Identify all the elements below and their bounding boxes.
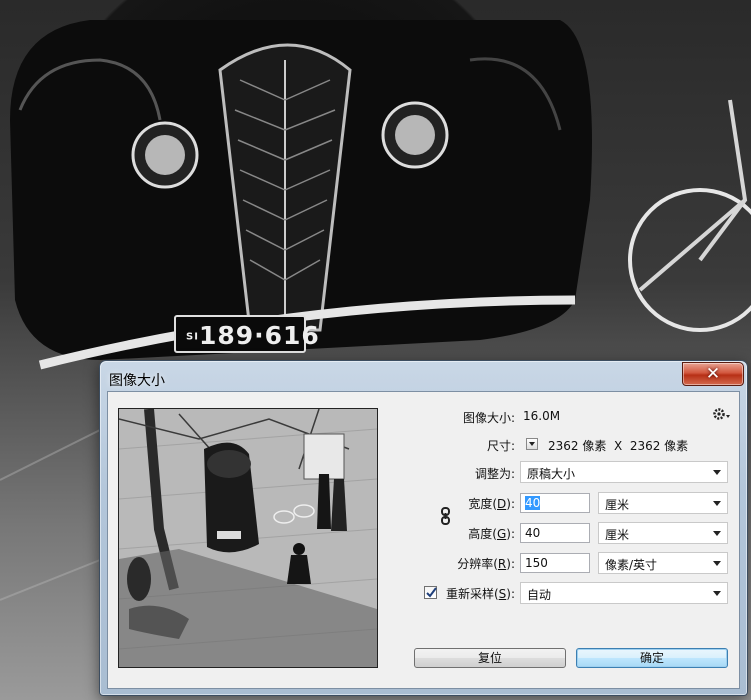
chevron-down-icon (713, 501, 721, 506)
height-unit-value: 厘米 (605, 528, 630, 542)
dialog-body: 图像大小: 16.0M 尺寸: 2362 像素 X 2362 像素 调整为: 原… (107, 391, 740, 689)
resample-label: 重新采样(S): (428, 585, 515, 602)
resolution-input[interactable]: 150 (520, 553, 590, 573)
resample-label-text: 重新采样( (445, 587, 499, 601)
dialog-title: 图像大小 (109, 373, 165, 389)
height-label-text: 高度( (468, 527, 497, 541)
width-unit-select[interactable]: 厘米 (598, 492, 728, 514)
settings-gear-icon[interactable] (712, 406, 732, 422)
resolution-value: 150 (525, 556, 548, 570)
height-value: 40 (525, 526, 541, 540)
close-icon: ✕ (705, 363, 721, 384)
width-label: 宽度(D): (430, 495, 515, 512)
image-size-value: 16.0M (523, 409, 561, 423)
image-preview[interactable] (118, 408, 378, 668)
ok-button[interactable]: 确定 (576, 648, 728, 668)
chevron-down-icon (713, 561, 721, 566)
fit-to-value: 原稿大小 (527, 467, 576, 481)
license-plate-text: SI189·616 (186, 321, 320, 350)
dialog-titlebar[interactable]: 图像大小 ✕ (100, 361, 747, 391)
chevron-down-icon (713, 470, 721, 475)
license-plate-prefix: SI (186, 331, 199, 343)
height-input[interactable]: 40 (520, 523, 590, 543)
resample-method-value: 自动 (527, 588, 552, 602)
fit-to-label: 调整为: (474, 467, 515, 481)
width-unit-value: 厘米 (605, 498, 630, 512)
height-label-key: G (496, 527, 507, 541)
dimensions-value: 2362 像素 X 2362 像素 (548, 439, 689, 453)
resample-label-suffix: ): (506, 587, 515, 601)
dimensions-dropdown-button[interactable] (526, 438, 538, 450)
image-size-label: 图像大小: (462, 411, 515, 425)
resolution-unit-value: 像素/英寸 (605, 558, 658, 572)
height-label: 高度(G): (430, 525, 515, 542)
height-label-suffix: ): (506, 527, 515, 541)
width-label-suffix: ): (506, 497, 515, 511)
chevron-down-icon (713, 591, 721, 596)
resample-method-select[interactable]: 自动 (520, 582, 728, 604)
width-label-text: 宽度( (468, 497, 498, 511)
width-input[interactable]: 40 (520, 493, 590, 513)
width-value: 40 (525, 496, 541, 510)
height-unit-select[interactable]: 厘米 (598, 522, 728, 544)
image-size-dialog: 图像大小 ✕ 图像大小: 16.0M 尺寸: 2362 像素 X 2362 像素… (99, 360, 748, 696)
resolution-unit-select[interactable]: 像素/英寸 (598, 552, 728, 574)
reset-button[interactable]: 复位 (414, 648, 566, 668)
resolution-label: 分辨率(R): (430, 555, 515, 572)
dimensions-label: 尺寸: (486, 439, 515, 453)
license-plate-number: 189·616 (198, 321, 320, 350)
resolution-label-key: R (497, 557, 507, 571)
fit-to-select[interactable]: 原稿大小 (520, 461, 728, 483)
resolution-label-text: 分辨率( (457, 557, 498, 571)
resolution-label-suffix: ): (506, 557, 515, 571)
width-label-key: D (497, 497, 507, 511)
chevron-down-icon (713, 531, 721, 536)
close-button[interactable]: ✕ (682, 362, 744, 386)
